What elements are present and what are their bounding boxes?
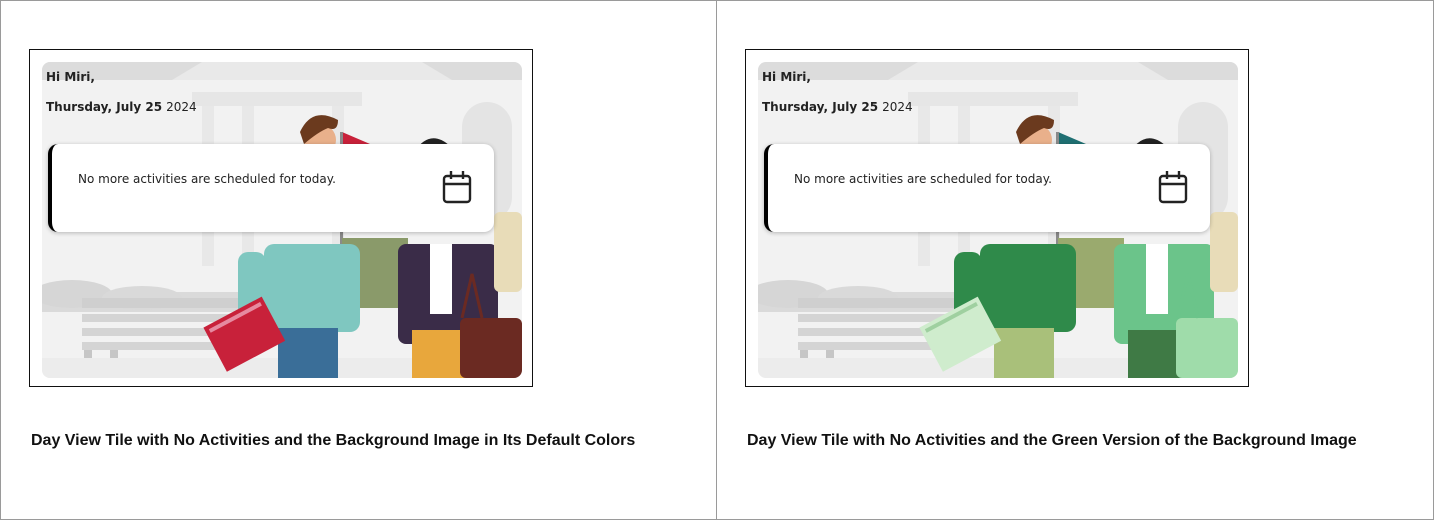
caption-default: Day View Tile with No Activities and the… bbox=[31, 432, 636, 449]
no-activities-card[interactable]: No more activities are scheduled for tod… bbox=[764, 144, 1210, 232]
calendar-icon bbox=[1158, 171, 1188, 204]
caption-green: Day View Tile with No Activities and the… bbox=[747, 432, 1357, 449]
tile-screenshot-default: Hi Miri, Thursday, July 25 2024 No more a… bbox=[29, 49, 533, 387]
date-text: Thursday, July 25 2024 bbox=[762, 100, 913, 114]
no-activities-message: No more activities are scheduled for tod… bbox=[78, 172, 336, 186]
date-day: Thursday, July 25 bbox=[46, 100, 163, 114]
date-text: Thursday, July 25 2024 bbox=[46, 100, 197, 114]
greeting-text: Hi Miri, bbox=[762, 70, 811, 84]
document-table: Hi Miri, Thursday, July 25 2024 No more a… bbox=[0, 0, 1434, 520]
no-activities-card[interactable]: No more activities are scheduled for tod… bbox=[48, 144, 494, 232]
date-year: 2024 bbox=[882, 100, 913, 114]
no-activities-message: No more activities are scheduled for tod… bbox=[794, 172, 1052, 186]
greeting-text: Hi Miri, bbox=[46, 70, 95, 84]
tile-screenshot-green: Hi Miri, Thursday, July 25 2024 No more a… bbox=[745, 49, 1249, 387]
table-cell-green-version: Hi Miri, Thursday, July 25 2024 No more a… bbox=[717, 1, 1433, 519]
calendar-icon bbox=[442, 171, 472, 204]
table-cell-default-colors: Hi Miri, Thursday, July 25 2024 No more a… bbox=[1, 1, 717, 519]
date-day: Thursday, July 25 bbox=[762, 100, 879, 114]
date-year: 2024 bbox=[166, 100, 197, 114]
